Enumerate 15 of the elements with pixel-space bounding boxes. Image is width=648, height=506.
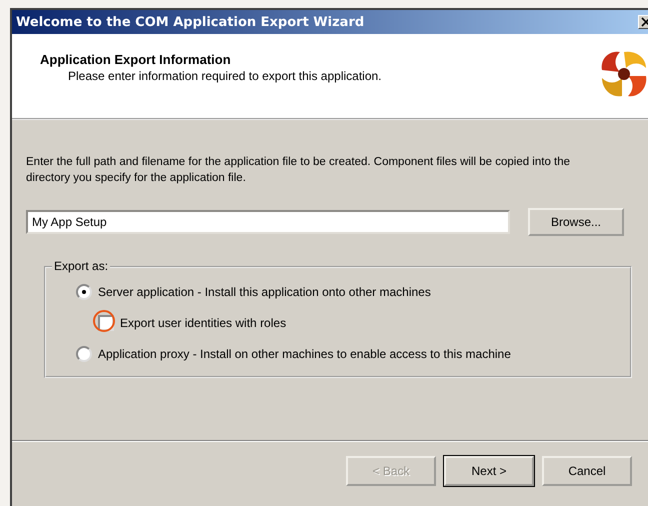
radio-button[interactable] <box>76 284 92 300</box>
wizard-button[interactable]: Cancel <box>542 456 632 486</box>
option-label: Application proxy - Install on other machines to enable access to this machine <box>98 346 511 360</box>
option-label: Export user identities with roles <box>120 316 286 330</box>
option-label: Server application - Install this application onto other machines <box>98 284 431 298</box>
wizard-button[interactable]: Next > <box>444 456 534 486</box>
page-subtitle: Please enter information required to export this application. <box>68 69 382 83</box>
radio-button[interactable] <box>76 346 92 362</box>
instruction-text: Enter the full path and filename for the application file to be created. Component files will be copied into the directory you specify for the application file. <box>26 155 572 186</box>
close-icon <box>641 17 648 27</box>
window-title: Welcome to the COM Application Export Wizard <box>16 14 364 30</box>
page-title: Application Export Information <box>40 52 232 67</box>
path-input-field[interactable]: My App Setup <box>26 210 510 234</box>
group-label: Export as: <box>52 259 110 273</box>
browse-button[interactable]: Browse... <box>528 208 624 236</box>
